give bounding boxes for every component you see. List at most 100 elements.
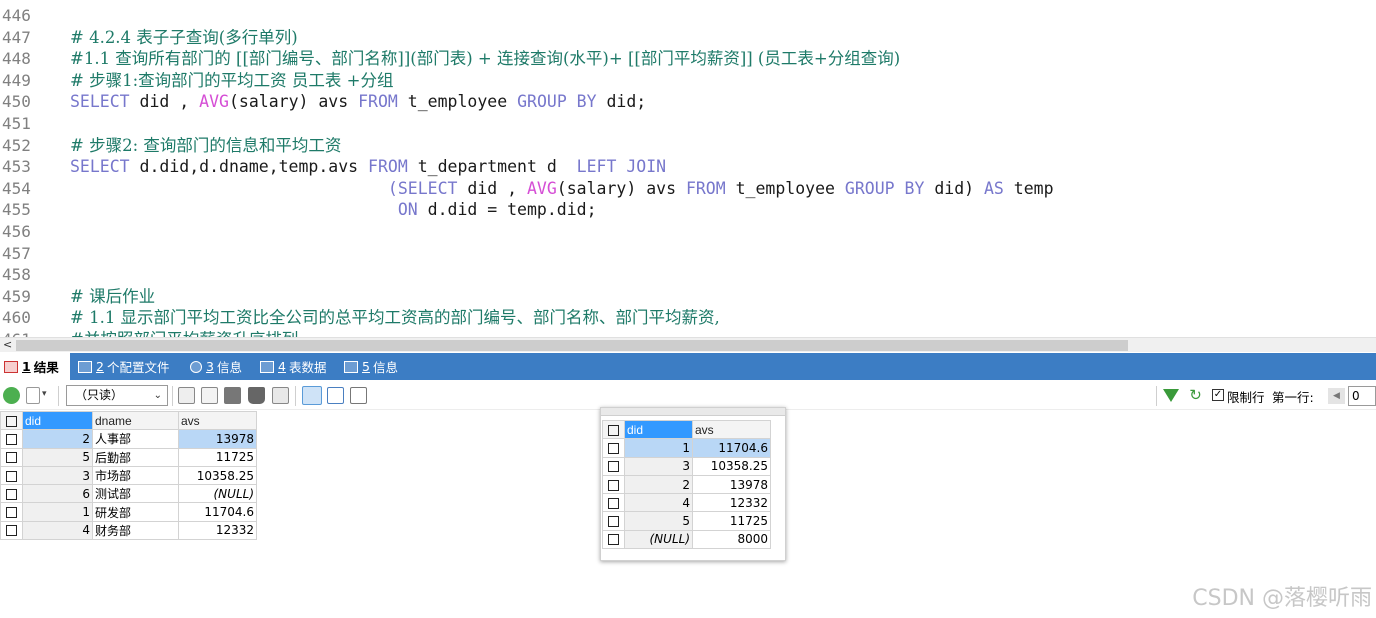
cell-did[interactable]: 5	[22, 447, 93, 467]
tab-messages[interactable]: 3 信息	[186, 353, 248, 380]
row-checkbox[interactable]	[0, 447, 23, 467]
row-checkbox[interactable]	[0, 502, 23, 522]
code-line[interactable]: 451	[0, 113, 1376, 135]
table-row[interactable]: 2 13978	[602, 474, 771, 495]
readonly-select[interactable]: （只读） ⌄	[66, 385, 168, 406]
table-row[interactable]: 1 11704.6	[602, 438, 771, 458]
cell-avs[interactable]: 12332	[692, 493, 771, 513]
tab-table-data[interactable]: 4 表数据	[256, 353, 332, 380]
save-icon[interactable]	[224, 387, 241, 404]
duplicate-row-icon[interactable]	[201, 387, 218, 404]
export-icon[interactable]	[26, 387, 40, 404]
code-line[interactable]: 453 SELECT d.did,d.dname,temp.avs FROM t_…	[0, 156, 1376, 178]
tab-results[interactable]: 1 结果	[0, 353, 70, 380]
first-row-input[interactable]: 0	[1348, 386, 1376, 406]
tab-profile[interactable]: 2 个配置文件	[74, 353, 174, 380]
table-row[interactable]: 5 11725	[602, 511, 771, 531]
subquery-result-grid[interactable]: did avs 1 11704.6 3 10358.25 2 13978 4 12332 5 11…	[602, 419, 771, 550]
cell-did[interactable]: (NULL)	[624, 529, 693, 550]
cell-avs[interactable]: 10358.25	[692, 456, 771, 476]
table-row[interactable]: (NULL) 8000	[602, 529, 771, 550]
column-header-avs[interactable]: avs	[692, 419, 771, 440]
previous-page-button[interactable]: ◀	[1328, 388, 1345, 404]
cell-did[interactable]: 1	[22, 502, 93, 522]
cell-did[interactable]: 4	[22, 520, 93, 541]
row-checkbox[interactable]	[602, 438, 625, 458]
cancel-changes-icon[interactable]	[272, 387, 289, 404]
cell-avs[interactable]: 11725	[692, 511, 771, 531]
row-checkbox[interactable]	[0, 429, 23, 449]
code-line[interactable]: 452 # 步骤2: 查询部门的信息和平均工资	[0, 135, 1376, 157]
cell-avs[interactable]: 11704.6	[178, 502, 257, 522]
add-row-icon[interactable]	[3, 387, 20, 404]
cell-avs[interactable]: 13978	[692, 474, 771, 495]
result-grid[interactable]: did dname avs 2 人事部 13978 5 后勤部 11725 3 市场部 1035…	[0, 410, 257, 541]
code-line[interactable]: 459 # 课后作业	[0, 286, 1376, 308]
column-header-avs[interactable]: avs	[178, 410, 257, 431]
cell-did[interactable]: 5	[624, 511, 693, 531]
cell-did[interactable]: 2	[22, 429, 93, 449]
row-checkbox[interactable]	[602, 511, 625, 531]
code-line[interactable]: 460 # 1.1 显示部门平均工资比全公司的总平均工资高的部门编号、部门名称、部…	[0, 307, 1376, 329]
table-row[interactable]: 4 财务部 12332	[0, 520, 257, 541]
row-checkbox[interactable]	[602, 474, 625, 495]
cell-dname[interactable]: 研发部	[92, 502, 179, 522]
row-checkbox[interactable]	[602, 529, 625, 550]
code-line[interactable]: 461 #并按照部门平均薪资升序排列	[0, 329, 1376, 337]
cell-did[interactable]: 4	[624, 493, 693, 513]
cell-dname[interactable]: 财务部	[92, 520, 179, 541]
grid-view-icon[interactable]	[302, 386, 322, 405]
row-checkbox[interactable]	[602, 493, 625, 513]
code-line[interactable]: 456	[0, 221, 1376, 243]
filter-icon[interactable]	[1163, 389, 1179, 402]
insert-row-icon[interactable]	[178, 387, 195, 404]
row-checkbox[interactable]	[0, 484, 23, 504]
cell-did[interactable]: 1	[624, 438, 693, 458]
form-view-icon[interactable]	[327, 387, 344, 404]
table-row[interactable]: 1 研发部 11704.6	[0, 502, 257, 522]
row-checkbox[interactable]	[602, 456, 625, 476]
code-line[interactable]: 458	[0, 264, 1376, 286]
column-header-did[interactable]: did	[624, 419, 693, 440]
refresh-icon[interactable]: ↻	[1187, 387, 1204, 404]
cell-dname[interactable]: 人事部	[92, 429, 179, 449]
cell-did[interactable]: 2	[624, 474, 693, 495]
code-line[interactable]: 455 ON d.did = temp.did;	[0, 199, 1376, 221]
code-line[interactable]: 450 SELECT did , AVG(salary) avs FROM t_e…	[0, 91, 1376, 113]
code-line[interactable]: 447 # 4.2.4 表子子查询(多行单列)	[0, 27, 1376, 49]
column-header-dname[interactable]: dname	[92, 410, 179, 431]
table-row[interactable]: 3 市场部 10358.25	[0, 465, 257, 486]
editor-horizontal-scrollbar[interactable]: <	[0, 337, 1376, 352]
table-row[interactable]: 3 10358.25	[602, 456, 771, 476]
cell-avs[interactable]: 11725	[178, 447, 257, 467]
text-view-icon[interactable]	[350, 387, 367, 404]
sql-editor[interactable]: 446 447 # 4.2.4 表子子查询(多行单列) 448 #1.1 查询所有部门的…	[0, 0, 1376, 337]
code-line[interactable]: 454 (SELECT did , AVG(salary) avs FROM t…	[0, 178, 1376, 200]
code-line[interactable]: 457	[0, 243, 1376, 265]
cell-avs[interactable]: 12332	[178, 520, 257, 541]
cell-did[interactable]: 3	[624, 456, 693, 476]
cell-did[interactable]: 6	[22, 484, 93, 504]
cell-dname[interactable]: 测试部	[92, 484, 179, 504]
cell-dname[interactable]: 后勤部	[92, 447, 179, 467]
cell-did[interactable]: 3	[22, 465, 93, 486]
row-checkbox[interactable]	[0, 520, 23, 541]
cell-avs[interactable]: 11704.6	[692, 438, 771, 458]
cell-dname[interactable]: 市场部	[92, 465, 179, 486]
row-checkbox[interactable]	[0, 465, 23, 486]
table-row[interactable]: 4 12332	[602, 493, 771, 513]
limit-rows-checkbox[interactable]: ✓	[1212, 389, 1224, 401]
select-all-checkbox[interactable]	[602, 419, 625, 440]
code-line[interactable]: 448 #1.1 查询所有部门的 [[部门编号、部门名称]](部门表) + 连接查…	[0, 48, 1376, 70]
select-all-checkbox[interactable]	[0, 410, 23, 431]
code-line[interactable]: 449 # 步骤1:查询部门的平均工资 员工表 +分组	[0, 70, 1376, 92]
tab-info[interactable]: 5 信息	[340, 353, 406, 380]
scrollbar-thumb[interactable]	[16, 340, 1128, 351]
table-row[interactable]: 2 人事部 13978	[0, 429, 257, 449]
code-line[interactable]: 446	[0, 5, 1376, 27]
cell-avs[interactable]: (NULL)	[178, 484, 257, 504]
table-row[interactable]: 5 后勤部 11725	[0, 447, 257, 467]
cell-avs[interactable]: 10358.25	[178, 465, 257, 486]
scroll-left-arrow-icon[interactable]: <	[3, 338, 12, 352]
cell-avs[interactable]: 13978	[178, 429, 257, 449]
